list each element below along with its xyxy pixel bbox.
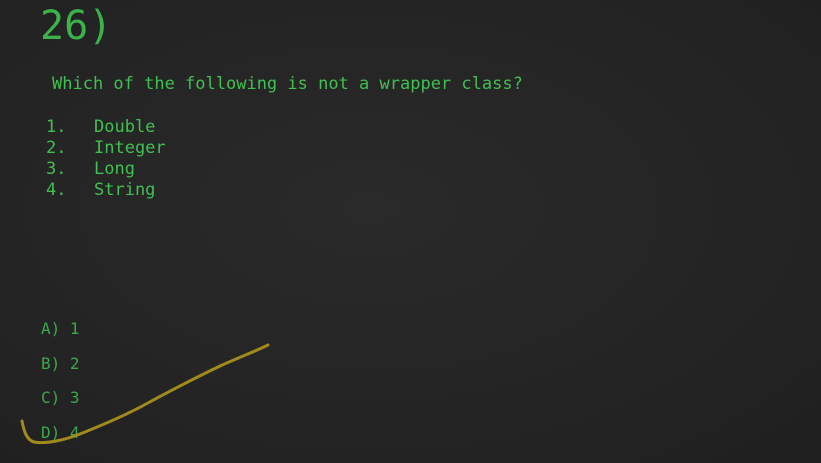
question-number: 26) [40, 3, 113, 49]
option-label: Long [94, 159, 135, 179]
option-label: String [94, 180, 156, 200]
option-item: 2. Integer [46, 138, 166, 159]
answer-choice-c: C) 3 [41, 388, 80, 407]
option-number: 3. [46, 159, 67, 179]
quiz-slide: 26) Which of the following is not a wrap… [0, 0, 821, 463]
option-label: Integer [94, 138, 166, 158]
options-list: 1. Double 2. Integer 3. Long 4. String [46, 117, 166, 201]
option-number: 2. [46, 138, 67, 158]
answer-choice-b: B) 2 [41, 353, 80, 373]
checkmark-annotation [20, 343, 270, 445]
option-number: 4. [46, 180, 67, 200]
answer-choice-d: D) 4 [41, 422, 80, 442]
option-item: 4. String [46, 180, 166, 201]
option-item: 1. Double [46, 117, 166, 138]
option-number: 1. [46, 117, 67, 137]
answer-choice-a: A) 1 [41, 319, 80, 338]
option-item: 3. Long [46, 159, 166, 180]
answer-choices: A) 1 B) 2 C) 3 D) 4 [41, 319, 80, 457]
question-text: Which of the following is not a wrapper … [52, 74, 523, 94]
option-label: Double [94, 117, 156, 137]
